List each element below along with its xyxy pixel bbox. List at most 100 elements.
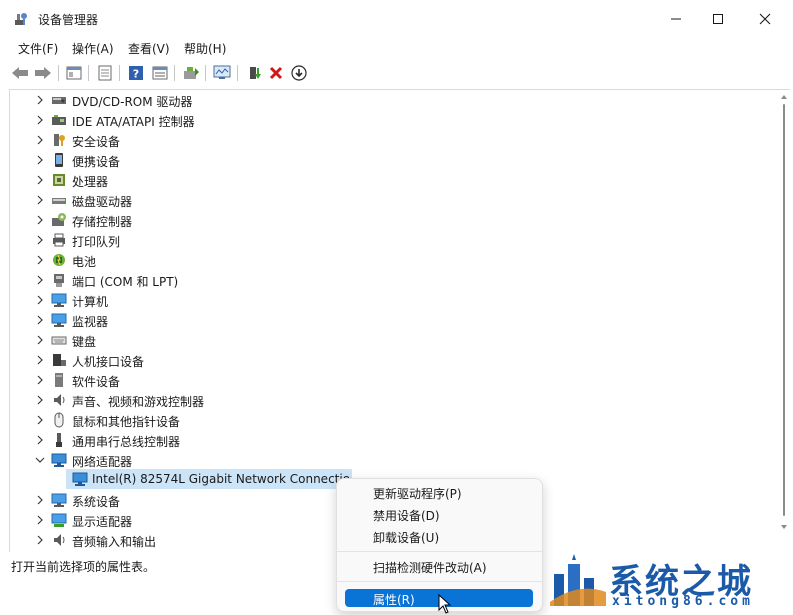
- tree-category-row[interactable]: 人机接口设备: [10, 350, 770, 370]
- tree-category-label: 便携设备: [72, 155, 121, 169]
- svg-text:?: ?: [133, 68, 139, 81]
- sound-icon: [54, 394, 65, 406]
- tree-category-row[interactable]: 处理器: [10, 170, 770, 190]
- view-button[interactable]: [150, 63, 170, 83]
- display-adapter-icon: [51, 513, 67, 527]
- tree-category-row[interactable]: 声音、视频和游戏控制器: [10, 390, 770, 410]
- chevron-right-icon[interactable]: [34, 534, 46, 546]
- tree-category-label: 通用串行总线控制器: [72, 435, 181, 449]
- chevron-right-icon[interactable]: [34, 434, 46, 446]
- tree-category-label: 安全设备: [72, 135, 121, 149]
- context-menu-separator: [337, 551, 542, 552]
- enable-device-button[interactable]: [244, 63, 264, 83]
- chevron-right-icon[interactable]: [34, 514, 46, 526]
- tree-category-row[interactable]: 打印队列: [10, 230, 770, 250]
- update-driver-icon: [184, 67, 199, 79]
- minimize-button[interactable]: [653, 0, 699, 38]
- network-adapter-item-selected[interactable]: Intel(R) 82574L Gigabit Network Connecti…: [66, 469, 352, 489]
- audio-io-icon: [54, 534, 65, 546]
- software-device-icon: [55, 373, 63, 387]
- chevron-right-icon[interactable]: [34, 254, 46, 266]
- tree-category-row[interactable]: 鼠标和其他指针设备: [10, 410, 770, 430]
- menu-scan-hardware[interactable]: 扫描检测硬件改动(A): [373, 559, 487, 576]
- tree-category-row[interactable]: 便携设备: [10, 150, 770, 170]
- tree-category-row[interactable]: 存储控制器: [10, 210, 770, 230]
- processor-icon: [53, 174, 65, 186]
- tree-category-label: 系统设备: [72, 495, 121, 509]
- menu-update-driver[interactable]: 更新驱动程序(P): [373, 485, 462, 502]
- chevron-right-icon[interactable]: [34, 334, 46, 346]
- menu-uninstall-device[interactable]: 卸载设备(U): [373, 529, 439, 546]
- chevron-right-icon[interactable]: [34, 414, 46, 426]
- uninstall-icon: [269, 66, 283, 80]
- scrollbar-track: [781, 95, 787, 529]
- toolbar: ?: [0, 59, 793, 87]
- view-icon: [152, 66, 168, 80]
- menu-action[interactable]: 操作(A): [72, 40, 114, 57]
- close-button[interactable]: [742, 0, 788, 38]
- tree-category-row[interactable]: 安全设备: [10, 130, 770, 150]
- tree-category-label: 电池: [72, 255, 97, 269]
- menu-properties[interactable]: 属性(R): [373, 591, 415, 608]
- mouse-icon: [54, 412, 64, 428]
- dvd-drive-icon: [52, 97, 66, 104]
- keyboard-icon: [51, 336, 67, 345]
- chevron-right-icon[interactable]: [34, 194, 46, 206]
- download-icon: [291, 65, 307, 81]
- menu-help[interactable]: 帮助(H): [184, 40, 226, 57]
- chevron-right-icon[interactable]: [34, 134, 46, 146]
- network-adapter-name: Intel(R) 82574L Gigabit Network Connecti…: [92, 472, 351, 486]
- chevron-right-icon[interactable]: [34, 114, 46, 126]
- maximize-button[interactable]: [695, 0, 741, 38]
- chevron-right-icon[interactable]: [34, 154, 46, 166]
- tree-category-row[interactable]: 监视器: [10, 310, 770, 330]
- chevron-right-icon[interactable]: [34, 274, 46, 286]
- tree-category-row[interactable]: IDE ATA/ATAPI 控制器: [10, 110, 770, 130]
- properties-button[interactable]: [95, 63, 115, 83]
- tree-category-row[interactable]: 磁盘驱动器: [10, 190, 770, 210]
- toolbar-separator: [205, 65, 206, 81]
- download-button[interactable]: [289, 63, 309, 83]
- minimize-icon: [671, 18, 681, 20]
- tree-category-label: 处理器: [72, 175, 109, 189]
- menu-file[interactable]: 文件(F): [18, 40, 58, 57]
- chevron-down-icon[interactable]: [34, 454, 46, 466]
- tree-category-row[interactable]: 网络适配器: [10, 450, 770, 470]
- print-queue-icon: [53, 233, 65, 247]
- disk-drive-icon: [52, 198, 66, 204]
- menu-disable-device[interactable]: 禁用设备(D): [373, 507, 440, 524]
- tree-category-label: 人机接口设备: [72, 355, 145, 369]
- forward-button[interactable]: [33, 63, 53, 83]
- tree-category-label: 存储控制器: [72, 215, 133, 229]
- tree-category-row[interactable]: 软件设备: [10, 370, 770, 390]
- tree-category-row[interactable]: 键盘: [10, 330, 770, 350]
- chevron-right-icon[interactable]: [34, 174, 46, 186]
- update-driver-button[interactable]: [181, 63, 201, 83]
- help-button[interactable]: ?: [126, 63, 146, 83]
- chevron-right-icon[interactable]: [34, 494, 46, 506]
- chevron-right-icon[interactable]: [34, 354, 46, 366]
- tree-category-row[interactable]: 计算机: [10, 290, 770, 310]
- chevron-right-icon[interactable]: [34, 314, 46, 326]
- show-hide-tree-button[interactable]: [64, 63, 84, 83]
- chevron-right-icon[interactable]: [34, 94, 46, 106]
- menu-view[interactable]: 查看(V): [128, 40, 170, 57]
- chevron-right-icon[interactable]: [34, 214, 46, 226]
- chevron-right-icon[interactable]: [34, 234, 46, 246]
- battery-icon: [53, 254, 65, 266]
- tree-category-row[interactable]: 通用串行总线控制器: [10, 430, 770, 450]
- tree-category-row[interactable]: DVD/CD-ROM 驱动器: [10, 90, 770, 110]
- tree-category-label: 端口 (COM 和 LPT): [72, 275, 179, 289]
- chevron-right-icon[interactable]: [34, 394, 46, 406]
- show-hide-tree-icon: [66, 66, 82, 80]
- uninstall-button[interactable]: [266, 63, 286, 83]
- tree-category-row[interactable]: 电池: [10, 250, 770, 270]
- tree-category-row[interactable]: 端口 (COM 和 LPT): [10, 270, 770, 290]
- back-button[interactable]: [10, 63, 30, 83]
- mouse-cursor-icon: [438, 594, 452, 614]
- scan-hardware-button[interactable]: [212, 63, 232, 83]
- chevron-right-icon[interactable]: [34, 374, 46, 386]
- storage-controller-icon: [52, 213, 66, 226]
- vertical-scrollbar[interactable]: [780, 92, 788, 532]
- chevron-right-icon[interactable]: [34, 294, 46, 306]
